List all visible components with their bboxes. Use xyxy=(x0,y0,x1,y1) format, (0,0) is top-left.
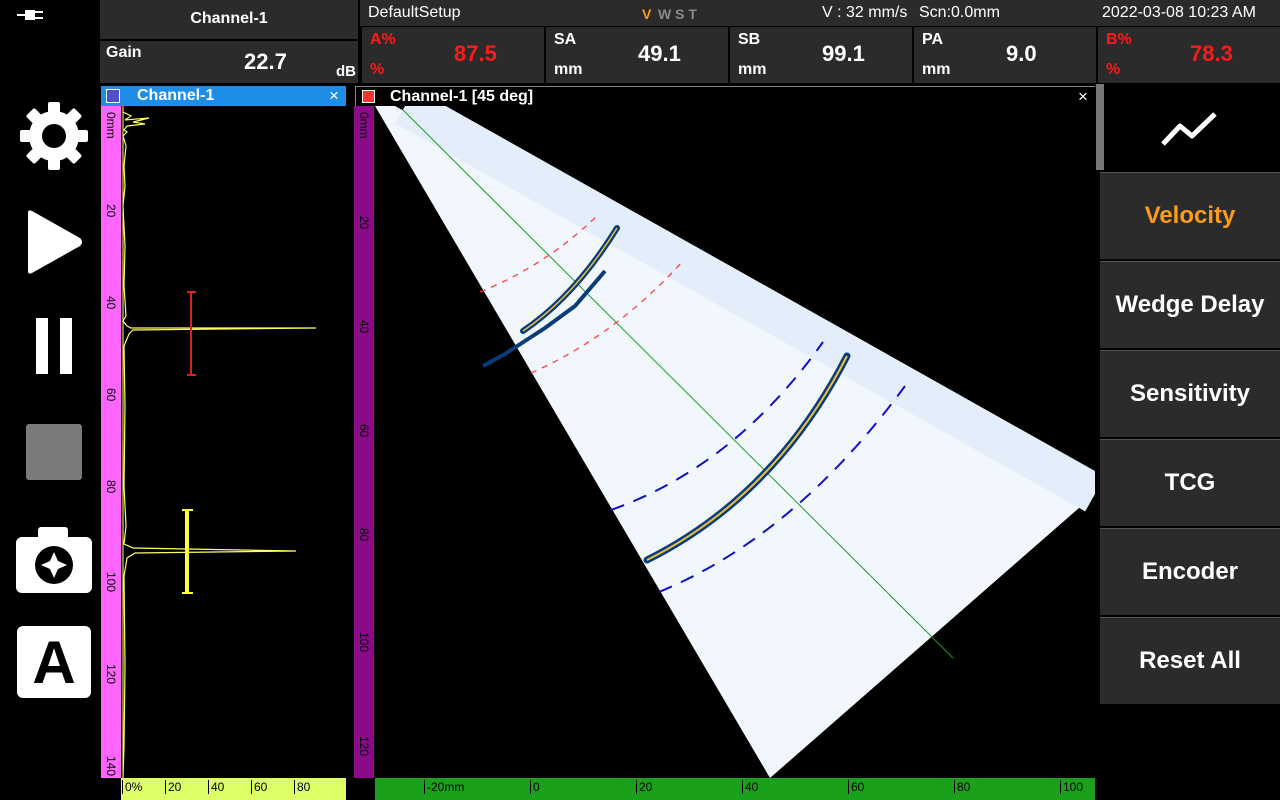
gate-b[interactable] xyxy=(182,509,193,594)
sscan-x-tick: 80 xyxy=(954,780,970,794)
readout-pa[interactable]: PA mm 9.0 xyxy=(914,27,1096,83)
ascan-depth-tick: 20 xyxy=(104,204,118,218)
play-button[interactable] xyxy=(16,204,92,280)
readout-unit: % xyxy=(370,61,385,78)
readout-label: SA xyxy=(554,31,577,48)
sscan-plot[interactable] xyxy=(375,106,1095,778)
encoder-button[interactable]: Encoder xyxy=(1100,528,1280,615)
ascan-amp-tick: 40 xyxy=(208,780,224,794)
scan-position: Scn:0.0mm xyxy=(919,4,1000,21)
channel-name: Channel-1 xyxy=(190,10,268,27)
power-plug-icon xyxy=(17,8,45,22)
gain-value: 22.7 xyxy=(244,49,287,74)
ascan-depth-tick: 40 xyxy=(104,296,118,310)
velocity-button[interactable]: Velocity xyxy=(1100,172,1280,259)
auto-a-icon: A xyxy=(17,626,91,698)
readout-label: B% xyxy=(1106,31,1132,48)
readout-value: 99.1 xyxy=(822,41,865,66)
ascan-amp-tick: 80 xyxy=(294,780,310,794)
auto-button[interactable]: A xyxy=(16,624,92,700)
ascan-icon xyxy=(106,89,120,103)
trend-line-icon xyxy=(1161,112,1217,146)
stop-icon xyxy=(26,424,82,480)
auto-label: A xyxy=(32,628,76,696)
sscan-icon xyxy=(362,90,375,103)
sscan-depth-tick: 40 xyxy=(357,320,371,334)
readout-a-pct[interactable]: A% % 87.5 xyxy=(362,27,544,83)
capture-button[interactable] xyxy=(16,522,92,598)
readout-label: A% xyxy=(370,31,396,48)
camera-icon xyxy=(16,527,92,593)
channel-header[interactable]: Channel-1 xyxy=(100,0,358,39)
pause-icon xyxy=(36,318,72,374)
left-toolbar: A xyxy=(0,0,100,800)
readout-sb[interactable]: SB mm 99.1 xyxy=(730,27,912,83)
datetime: 2022-03-08 10:23 AM xyxy=(1102,4,1256,21)
readout-value: 49.1 xyxy=(638,41,681,66)
readout-unit: mm xyxy=(922,61,951,78)
readout-unit: mm xyxy=(554,61,583,78)
sscan-x-ruler xyxy=(375,778,1095,800)
readout-label: SB xyxy=(738,31,761,48)
mode-v: V xyxy=(642,6,652,22)
readout-sa[interactable]: SA mm 49.1 xyxy=(546,27,728,83)
sscan-x-tick: 60 xyxy=(848,780,864,794)
ascan-depth-tick: 60 xyxy=(104,388,118,402)
gain-label: Gain xyxy=(106,44,142,61)
right-panel-top[interactable] xyxy=(1100,84,1280,172)
readout-b-pct[interactable]: B% % 78.3 xyxy=(1098,27,1280,83)
sscan-depth-ruler xyxy=(354,106,374,778)
setup-name: DefaultSetup xyxy=(368,4,461,21)
pause-button[interactable] xyxy=(16,308,92,384)
sscan-depth-tick: 120 xyxy=(357,736,371,757)
sscan-x-tick: -20mm xyxy=(424,780,464,794)
settings-button[interactable] xyxy=(16,98,92,174)
ascan-depth-tick: 80 xyxy=(104,480,118,494)
sscan-x-tick: 0 xyxy=(530,780,540,794)
readout-unit: mm xyxy=(738,61,767,78)
readout-value: 78.3 xyxy=(1190,41,1233,66)
ascan-depth-tick: 140 xyxy=(104,756,118,777)
sscan-title: Channel-1 [45 deg] xyxy=(390,88,534,105)
sscan-x-tick: 100 xyxy=(1060,780,1083,794)
tcg-button[interactable]: TCG xyxy=(1100,439,1280,526)
sscan-x-tick: 40 xyxy=(742,780,758,794)
sscan-depth-tick: 20 xyxy=(357,216,371,230)
wedge-delay-button[interactable]: Wedge Delay xyxy=(1100,261,1280,348)
ascan-title: Channel-1 xyxy=(137,87,215,104)
sscan-depth-tick: 80 xyxy=(357,528,371,542)
sscan-x-tick: 20 xyxy=(636,780,652,794)
sscan-depth-tick: 100 xyxy=(357,632,371,653)
sscan-depth-tick: 0mm xyxy=(357,112,371,139)
stop-button[interactable] xyxy=(16,414,92,490)
sscan-titlebar[interactable]: Channel-1 [45 deg] × xyxy=(355,86,1095,106)
ascan-depth-tick: 100 xyxy=(104,572,118,593)
gain-unit: dB xyxy=(336,63,356,80)
gain-box[interactable]: Gain 22.7 dB xyxy=(100,41,358,83)
readout-unit: % xyxy=(1106,61,1121,78)
ascan-plot xyxy=(122,106,317,778)
ascan-titlebar[interactable]: Channel-1 × xyxy=(101,86,346,106)
sscan-close-icon[interactable]: × xyxy=(1078,87,1088,107)
ascan-amp-tick: 60 xyxy=(251,780,267,794)
readout-label: PA xyxy=(922,31,944,48)
gate-a[interactable] xyxy=(187,291,196,376)
status-bar: DefaultSetup V W S T V : 32 mm/s Scn:0.0… xyxy=(360,0,1280,26)
velocity-status: V : 32 mm/s xyxy=(822,4,908,21)
ascan-close-icon[interactable]: × xyxy=(329,86,339,106)
reset-all-button[interactable]: Reset All xyxy=(1100,617,1280,704)
right-panel-scrollbar[interactable] xyxy=(1096,84,1104,170)
readout-value: 9.0 xyxy=(1006,41,1037,66)
play-icon xyxy=(28,210,82,274)
gear-icon xyxy=(20,102,88,170)
readout-value: 87.5 xyxy=(454,41,497,66)
sensitivity-button[interactable]: Sensitivity xyxy=(1100,350,1280,437)
ascan-amplitude-ruler xyxy=(121,778,346,800)
ascan-amp-tick: 20 xyxy=(165,780,181,794)
mode-wst: W S T xyxy=(658,6,697,22)
ascan-depth-tick: 0mm xyxy=(104,112,118,139)
sscan-depth-tick: 60 xyxy=(357,424,371,438)
ascan-depth-tick: 120 xyxy=(104,664,118,685)
ascan-amp-tick: 0% xyxy=(122,780,142,794)
